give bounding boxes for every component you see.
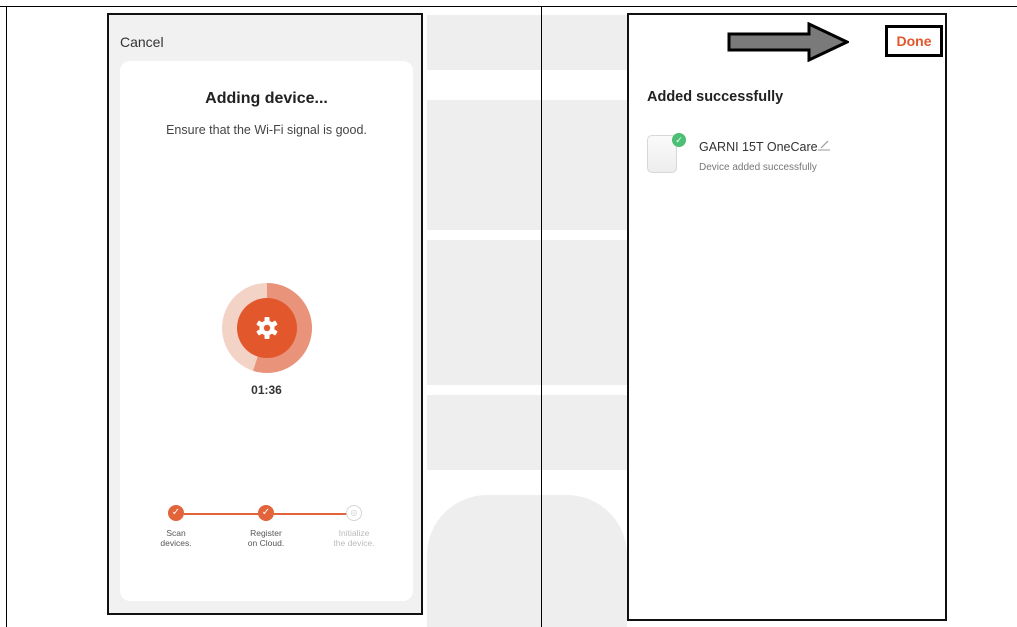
progress-spinner — [222, 283, 312, 373]
step-1-check-icon: ✓ — [168, 505, 184, 521]
step-3-pending-icon: ◎ — [346, 505, 362, 521]
watermark-bar-5 — [427, 495, 627, 627]
step-2-label: Register on Cloud. — [236, 528, 296, 548]
added-successfully-screen: Done Added successfully ✓ GARNI 15T OneC… — [627, 13, 947, 621]
watermark-bar-2 — [427, 100, 627, 230]
step-1-label-line2: devices. — [160, 538, 192, 548]
countdown-timer: 01:36 — [251, 383, 282, 397]
device-status-text: Device added successfully — [699, 162, 817, 173]
step-1-label: Scan devices. — [146, 528, 206, 548]
check-circle-icon: ✓ — [672, 133, 686, 147]
adding-device-screen: Cancel Adding device... Ensure that the … — [107, 13, 423, 615]
step-3-label: Initialize the device. — [324, 528, 384, 548]
device-list-item[interactable]: ✓ GARNI 15T OneCare Device added success… — [647, 133, 937, 181]
step-2-label-line1: Register — [250, 528, 282, 538]
added-successfully-title: Added successfully — [647, 89, 784, 105]
step-1-label-line1: Scan — [166, 528, 186, 538]
adding-device-card: Adding device... Ensure that the Wi-Fi s… — [120, 61, 413, 601]
divider-line — [541, 6, 542, 627]
pointer-arrow-icon — [727, 22, 849, 62]
pencil-edit-icon[interactable] — [817, 139, 831, 151]
step-connector-1 — [184, 513, 264, 515]
watermark-bar-3 — [427, 240, 627, 385]
outer-frame-left — [6, 6, 7, 627]
step-2-check-icon: ✓ — [258, 505, 274, 521]
cancel-button[interactable]: Cancel — [120, 34, 164, 50]
step-3-label-line2: the device. — [333, 538, 375, 548]
watermark-bar-1 — [427, 15, 627, 70]
step-connector-2 — [274, 513, 352, 515]
step-2-label-line2: on Cloud. — [247, 538, 285, 548]
adding-device-title: Adding device... — [205, 90, 328, 107]
setup-steps: ✓ Scan devices. ✓ Register on Cloud. ◎ I… — [120, 501, 413, 561]
done-button[interactable]: Done — [885, 25, 943, 57]
outer-frame-top — [0, 6, 1017, 7]
watermark-bar-4 — [427, 395, 627, 470]
step-3-label-line1: Initialize — [338, 528, 370, 538]
device-name: GARNI 15T OneCare — [699, 140, 818, 154]
wifi-hint-text: Ensure that the Wi-Fi signal is good. — [166, 123, 367, 137]
